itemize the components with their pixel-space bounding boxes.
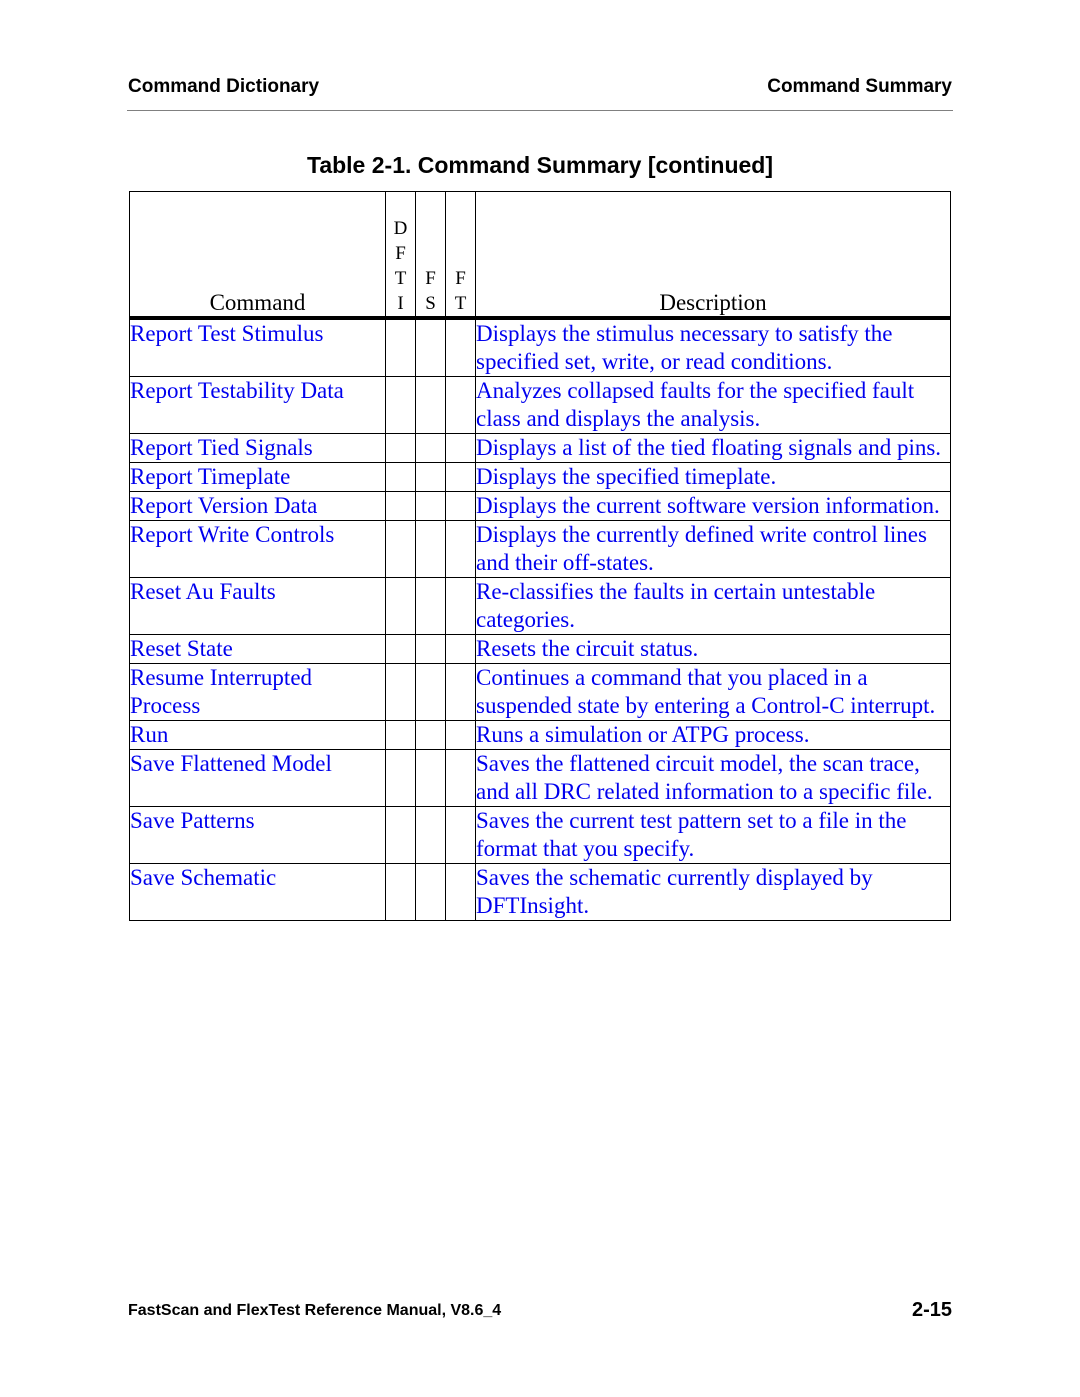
fs-flag-cell (415, 433, 446, 463)
fs-flag-cell (415, 577, 446, 635)
ft-flag-cell (445, 749, 476, 807)
fs-flag-cell (415, 462, 446, 492)
command-link[interactable]: Save Schematic (129, 863, 386, 921)
command-description[interactable]: Saves the current test pattern set to a … (475, 806, 951, 864)
ft-flag-cell (445, 806, 476, 864)
table-row: Resume Interrupted Process Continues a co… (129, 663, 951, 721)
table-row: Report Write Controls Displays the curren… (129, 520, 951, 578)
ft-flag-cell (445, 462, 476, 492)
table-row: Save Flattened Model Saves the flattened … (129, 749, 951, 807)
table-row: Report Testability Data Analyzes collapse… (129, 376, 951, 434)
table-row: Save Schematic Saves the schematic curren… (129, 863, 951, 921)
command-link[interactable]: Reset Au Faults (129, 577, 386, 635)
header-divider (127, 110, 953, 111)
ft-flag-cell (445, 577, 476, 635)
command-description[interactable]: Displays the current software version in… (475, 491, 951, 521)
command-link[interactable]: Resume Interrupted Process (129, 663, 386, 721)
command-description[interactable]: Resets the circuit status. (475, 634, 951, 664)
fs-flag-cell (415, 634, 446, 664)
command-description[interactable]: Re-classifies the faults in certain unte… (475, 577, 951, 635)
dfti-flag-cell (385, 462, 416, 492)
command-description[interactable]: Saves the schematic currently displayed … (475, 863, 951, 921)
fs-flag-cell (415, 863, 446, 921)
table-row: Save Patterns Saves the current test patt… (129, 806, 951, 864)
dfti-flag-cell (385, 806, 416, 864)
command-description[interactable]: Analyzes collapsed faults for the specif… (475, 376, 951, 434)
fs-flag-cell (415, 663, 446, 721)
command-link[interactable]: Report Tied Signals (129, 433, 386, 463)
ft-flag-cell (445, 634, 476, 664)
command-link[interactable]: Reset State (129, 634, 386, 664)
dfti-flag-cell (385, 433, 416, 463)
table-title: Table 2-1. Command Summary [continued] (306, 152, 774, 178)
page-number: 2-15 (911, 1299, 952, 1321)
table-row: Reset State Resets the circuit status. (129, 634, 951, 664)
column-header-fs: FS (415, 191, 446, 320)
table-row: Report Tied Signals Displays a list of th… (129, 433, 951, 463)
running-header-section: Command Summary (767, 76, 952, 97)
command-description[interactable]: Saves the flattened circuit model, the s… (475, 749, 951, 807)
ft-flag-cell (445, 720, 476, 750)
dfti-flag-cell (385, 663, 416, 721)
command-link[interactable]: Save Patterns (129, 806, 386, 864)
ft-flag-cell (445, 863, 476, 921)
ft-flag-cell (445, 376, 476, 434)
dfti-flag-cell (385, 634, 416, 664)
column-header-command: Command (129, 191, 386, 320)
table-header-row: Command DFTI FS FT Description (129, 191, 951, 320)
command-link[interactable]: Run (129, 720, 386, 750)
command-link[interactable]: Report Test Stimulus (129, 317, 386, 377)
fs-flag-cell (415, 749, 446, 807)
fs-flag-cell (415, 720, 446, 750)
ft-flag-cell (445, 491, 476, 521)
footer-manual-title: FastScan and FlexTest Reference Manual, … (128, 1302, 502, 1319)
fs-flag-cell (415, 806, 446, 864)
ft-flag-cell (445, 433, 476, 463)
command-description[interactable]: Displays a list of the tied floating sig… (475, 433, 951, 463)
command-link[interactable]: Report Timeplate (129, 462, 386, 492)
dfti-flag-cell (385, 317, 416, 377)
command-link[interactable]: Report Write Controls (129, 520, 386, 578)
ft-flag-cell (445, 317, 476, 377)
command-description[interactable]: Runs a simulation or ATPG process. (475, 720, 951, 750)
column-header-dfti: DFTI (385, 191, 416, 320)
dfti-flag-cell (385, 376, 416, 434)
command-link[interactable]: Report Version Data (129, 491, 386, 521)
dfti-flag-cell (385, 863, 416, 921)
command-link[interactable]: Report Testability Data (129, 376, 386, 434)
ft-flag-cell (445, 520, 476, 578)
column-header-description: Description (475, 191, 951, 320)
command-description[interactable]: Displays the specified timeplate. (475, 462, 951, 492)
fs-flag-cell (415, 376, 446, 434)
command-description[interactable]: Displays the stimulus necessary to satis… (475, 317, 951, 377)
table-row: Reset Au Faults Re-classifies the faults … (129, 577, 951, 635)
fs-flag-cell (415, 520, 446, 578)
fs-flag-cell (415, 317, 446, 377)
command-summary-table: Command DFTI FS FT Description Report Te… (129, 191, 951, 921)
dfti-flag-cell (385, 491, 416, 521)
column-header-ft: FT (445, 191, 476, 320)
ft-flag-cell (445, 663, 476, 721)
table-row: Run Runs a simulation or ATPG process. (129, 720, 951, 750)
fs-flag-cell (415, 491, 446, 521)
command-description[interactable]: Displays the currently defined write con… (475, 520, 951, 578)
dfti-flag-cell (385, 720, 416, 750)
table-row: Report Test Stimulus Displays the stimulu… (129, 317, 951, 377)
table-row: Report Timeplate Displays the specified t… (129, 462, 951, 492)
dfti-flag-cell (385, 577, 416, 635)
dfti-flag-cell (385, 520, 416, 578)
dfti-flag-cell (385, 749, 416, 807)
command-description[interactable]: Continues a command that you placed in a… (475, 663, 951, 721)
command-link[interactable]: Save Flattened Model (129, 749, 386, 807)
running-header-chapter: Command Dictionary (128, 76, 320, 97)
table-row: Report Version Data Displays the current … (129, 491, 951, 521)
